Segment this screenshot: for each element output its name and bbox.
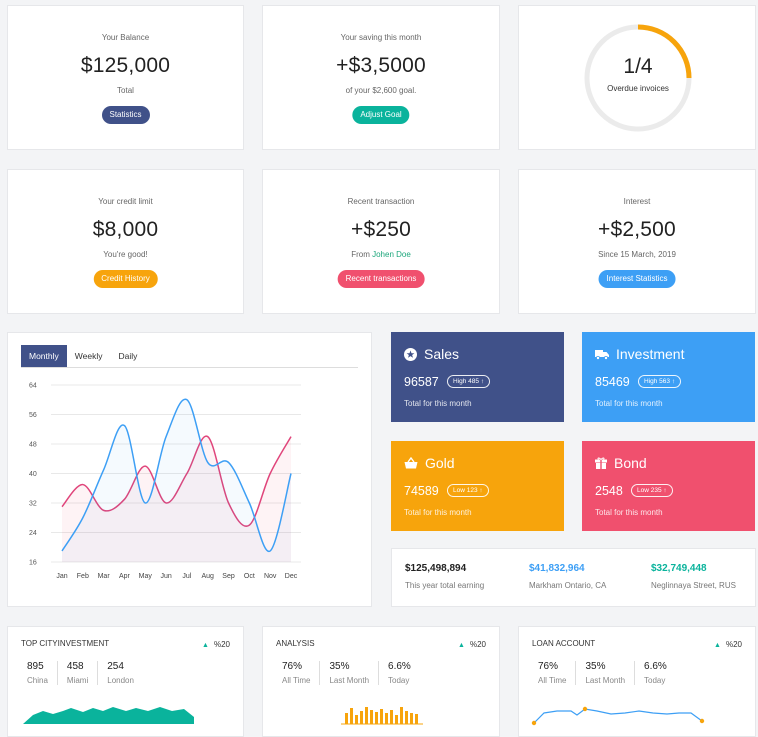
markham-label: Markham Ontario, CA (529, 581, 607, 590)
analysis-card: ANALYSIS ▲ %20 76% All Time 35% Last Month … (262, 626, 500, 737)
investment-tile[interactable]: Investment 85469 High 563 ↑ Total for th… (582, 332, 755, 422)
credit-label: Your credit limit (98, 197, 153, 206)
saving-label: Your saving this month (340, 33, 422, 42)
balance-value: $125,000 (80, 54, 171, 77)
overdue-card: 1/4 Overdue invoices (518, 5, 756, 150)
y-tick-label: 40 (29, 471, 37, 478)
overdue-label: Overdue invoices (607, 84, 669, 93)
investment-badge: High 563 ↑ (638, 375, 682, 388)
bond-title: Bond (614, 455, 647, 471)
overdue-value: 1/4 (623, 55, 653, 78)
bond-value: 2548 (595, 484, 623, 498)
saving-card: Your saving this month +$3,5000 of your … (262, 5, 500, 150)
bond-badge: Low 235 ↑ (631, 484, 673, 497)
gift-icon (595, 457, 607, 469)
gold-value: 74589 (404, 484, 439, 498)
interest-sub: Since 15 March, 2019 (598, 250, 676, 259)
bond-badge-text: Low 235 (637, 487, 662, 494)
investment-title: Investment (616, 346, 685, 362)
star-icon (404, 347, 417, 361)
x-tick-label: Jul (182, 573, 191, 580)
truck-icon (595, 349, 609, 360)
markham-value: $41,832,964 (529, 563, 585, 574)
neglinnaya-label: Neglinnaya Street, RUS (651, 581, 736, 590)
balance-card: Your Balance $125,000 Total Statistics (7, 5, 244, 150)
transaction-sub-prefix: From (351, 250, 370, 259)
basket-icon (404, 457, 418, 469)
sales-title: Sales (424, 346, 460, 362)
sales-badge-text: High 485 (453, 378, 480, 385)
credit-card: Your credit limit $8,000 You're good! Cr… (7, 169, 244, 314)
interest-value: +$2,500 (598, 218, 676, 241)
y-tick-label: 64 (29, 383, 37, 390)
x-tick-label: Jun (160, 573, 171, 580)
sales-footer: Total for this month (404, 399, 472, 408)
balance-sub: Total (117, 86, 134, 95)
x-tick-label: Jan (56, 573, 67, 580)
investment-value: 85469 (595, 375, 630, 389)
gold-badge-text: Low 123 (453, 487, 478, 494)
transaction-card: Recent transaction +$250 From Johen Doe … (262, 169, 500, 314)
x-tick-label: Aug (201, 573, 214, 580)
top-city-area-sparkline (23, 707, 194, 724)
series-area (62, 399, 291, 562)
saving-value: +$3,5000 (336, 54, 426, 77)
y-tick-label: 56 (29, 412, 37, 419)
x-tick-label: Feb (77, 573, 89, 580)
overdue-ring: 1/4 Overdue invoices (583, 23, 693, 133)
loan-line-sparkline (531, 706, 705, 726)
sales-value: 96587 (404, 375, 439, 389)
bond-footer: Total for this month (595, 508, 663, 517)
sales-badge: High 485 ↑ (447, 375, 491, 388)
x-tick-label: Nov (264, 573, 277, 580)
gold-badge: Low 123 ↑ (447, 484, 489, 497)
transaction-label: Recent transaction (347, 197, 415, 206)
saving-sub: of your $2,600 goal. (345, 86, 417, 95)
x-tick-label: Mar (98, 573, 111, 580)
gold-footer: Total for this month (404, 508, 472, 517)
credit-history-button[interactable]: Credit History (93, 270, 158, 288)
x-tick-label: Dec (285, 573, 298, 580)
sales-tile[interactable]: Sales 96587 High 485 ↑ Total for this mo… (391, 332, 564, 422)
line-chart: 16 24 32 40 48 56 64 Jan Feb Mar Apr May Jun Jul Aug Se… (29, 383, 301, 580)
balance-label: Your Balance (101, 33, 150, 42)
line-chart-card: Monthly Weekly Daily 16 24 32 40 48 56 64 Jan Fe… (7, 332, 372, 607)
x-tick-label: Apr (119, 573, 131, 580)
x-tick-label: May (139, 573, 153, 580)
total-earning-label: This year total earning (405, 581, 485, 590)
transaction-value: +$250 (351, 218, 411, 241)
investment-badge-text: High 563 (644, 378, 671, 385)
x-tick-label: Sep (222, 573, 235, 580)
interest-label: Interest (623, 197, 651, 206)
gold-title: Gold (425, 455, 455, 471)
transaction-sub: From Johen Doe (263, 250, 499, 259)
credit-sub: You're good! (103, 250, 148, 259)
statistics-button[interactable]: Statistics (101, 106, 150, 124)
interest-card: Interest +$2,500 Since 15 March, 2019 In… (518, 169, 756, 314)
neglinnaya-value: $32,749,448 (651, 563, 707, 574)
analysis-bar-sparkline (341, 707, 423, 725)
total-earning-value: $125,498,894 (405, 563, 467, 574)
investment-footer: Total for this month (595, 399, 663, 408)
y-tick-label: 16 (29, 560, 37, 567)
loan-account-card: LOAN ACCOUNT ▲ %20 76% All Time 35% Last Mo… (518, 626, 756, 737)
x-tick-label: Oct (244, 573, 255, 580)
earnings-card: $125,498,894 This year total earning $41… (391, 548, 756, 607)
gold-tile[interactable]: Gold 74589 Low 123 ↑ Total for this mont… (391, 441, 564, 531)
recent-transactions-button[interactable]: Recent transactions (337, 270, 425, 288)
y-tick-label: 48 (29, 442, 37, 449)
y-tick-label: 32 (29, 501, 37, 508)
adjust-goal-button[interactable]: Adjust Goal (352, 106, 410, 124)
transaction-sub-name[interactable]: Johen Doe (372, 250, 411, 259)
interest-statistics-button[interactable]: Interest Statistics (598, 270, 676, 288)
y-tick-label: 24 (29, 530, 37, 537)
credit-value: $8,000 (92, 218, 159, 241)
top-city-card: TOP CITYINVESTMENT ▲ %20 895 China 458 Miam… (7, 626, 244, 737)
bond-tile[interactable]: Bond 2548 Low 235 ↑ Total for this month (582, 441, 755, 531)
